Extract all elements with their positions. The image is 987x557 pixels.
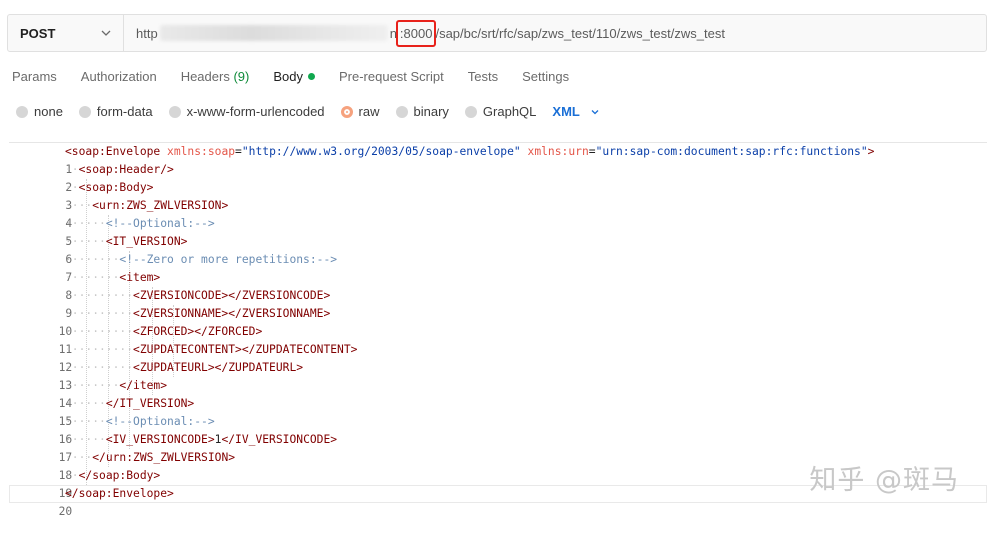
method-select[interactable]: POST [8,15,124,51]
request-bar: POST http n :8000 /sap/bc/srt/rfc/sap/zw… [7,14,987,52]
radio-circle [78,105,91,118]
radio-x-www-form-urlencoded[interactable]: x-www-form-urlencoded [168,104,325,119]
code-line: 14 ········</item> [58,379,168,410]
chevron-down-icon [101,30,111,36]
radio-graphql[interactable]: GraphQL [464,104,536,119]
code-line: 7 ········<!--Zero or more repetitions:-… [65,253,338,284]
code-line: 5 ······<!--Optional:--> [65,217,215,248]
code-line: 1 <soap:Envelope xmlns:soap="http://www.… [65,145,875,176]
tab-params[interactable]: Params [12,68,57,88]
request-tabs: Params Authorization Headers (9) Body Pr… [12,68,593,88]
radio-binary[interactable]: binary [395,104,449,119]
code-line: 16 ······<!--Optional:--> [58,415,215,446]
url-input[interactable]: http n :8000 /sap/bc/srt/rfc/sap/zws_tes… [124,15,986,51]
radio-none[interactable]: none [16,104,63,119]
url-port-highlight: :8000 [395,19,437,47]
code-line: 15 ······</IT_VERSION> [58,397,195,428]
code-line: 13 ··········<ZUPDATEURL></ZUPDATEURL> [58,361,304,392]
watermark: 知乎 @斑马 [809,465,959,496]
code-line: 4 ····<urn:ZWS_ZWLVERSION> [65,199,229,230]
format-select[interactable]: XML [552,104,599,119]
radio-circle [395,105,408,118]
code-line: 12 ··········<ZUPDATECONTENT></ZUPDATECO… [58,343,358,374]
code-editor[interactable]: 1 <soap:Envelope xmlns:soap="http://www.… [9,142,987,518]
method-label: POST [20,25,56,41]
headers-count: (9) [233,69,250,84]
tab-headers[interactable]: Headers (9) [181,68,250,88]
code-line: 17 ······<IV_VERSIONCODE>1</IV_VERSIONCO… [58,433,338,464]
chevron-down-icon [591,109,599,114]
tab-body[interactable]: Body [273,68,315,88]
code-line: 10 ··········<ZVERSIONNAME></ZVERSIONNAM… [58,307,331,338]
tab-tests[interactable]: Tests [468,68,498,88]
tab-authorization[interactable]: Authorization [81,68,157,88]
code-line: 8 ········<item> [65,271,161,302]
radio-circle [464,105,477,118]
radio-circle [168,105,181,118]
code-line: 2 ··<soap:Header/> [65,163,174,194]
tab-settings[interactable]: Settings [522,68,569,88]
radio-circle [16,105,28,118]
url-path: /sap/bc/srt/rfc/sap/zws_test/110/zws_tes… [435,25,725,41]
radio-form-data[interactable]: form-data [78,104,153,119]
radio-circle-checked [340,105,353,118]
code-line: 11 ··········<ZFORCED></ZFORCED> [58,325,263,356]
body-active-dot [307,73,315,80]
code-line: 3 ··<soap:Body> [65,181,154,212]
radio-raw[interactable]: raw [340,104,380,119]
url-redacted-host [159,25,388,41]
tab-pre-request-script[interactable]: Pre-request Script [339,68,444,88]
code-line: 6 ······<IT_VERSION> [65,235,188,266]
body-type-options: none form-data x-www-form-urlencoded raw… [16,104,600,119]
code-line: 9 ··········<ZVERSIONCODE></ZVERSIONCODE… [65,289,331,320]
format-label: XML [552,104,580,119]
url-prefix: http [136,25,158,41]
